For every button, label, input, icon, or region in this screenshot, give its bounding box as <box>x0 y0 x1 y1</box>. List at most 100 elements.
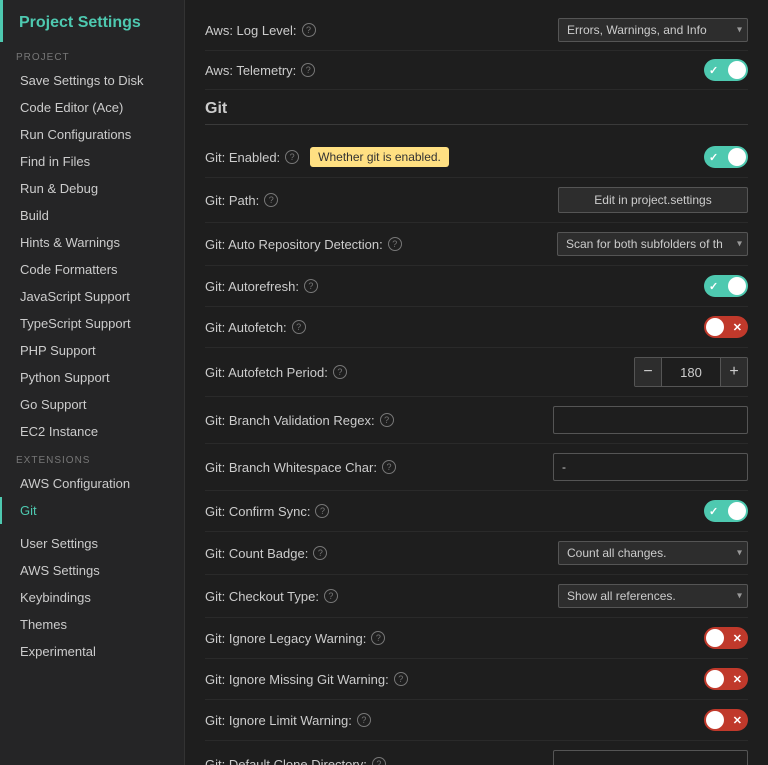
git-count-badge-help-icon[interactable]: ? <box>313 546 327 560</box>
git-auto-repo-dropdown[interactable]: Scan for both subfolders of th <box>557 232 748 256</box>
autofetch-period-input[interactable] <box>661 358 721 386</box>
toggle-check-icon: ✓ <box>709 151 718 164</box>
sidebar-item-find-in-files[interactable]: Find in Files <box>0 148 184 175</box>
git-autofetch-row: Git: Autofetch: ? ✓ ✕ <box>205 307 748 348</box>
sidebar-item-aws-config[interactable]: AWS Configuration <box>0 470 184 497</box>
sidebar-item-php[interactable]: PHP Support <box>0 337 184 364</box>
git-auto-repo-dropdown-wrap: Scan for both subfolders of th ▾ <box>557 232 748 256</box>
autofetch-period-increase[interactable]: + <box>721 358 747 386</box>
sidebar-item-git[interactable]: Git <box>0 497 184 524</box>
sidebar-item-javascript[interactable]: JavaScript Support <box>0 283 184 310</box>
sidebar-item-themes[interactable]: Themes <box>0 611 184 638</box>
edit-project-settings-button[interactable]: Edit in project.settings <box>558 187 748 213</box>
git-ignore-limit-help-icon[interactable]: ? <box>357 713 371 727</box>
git-default-clone-help-icon[interactable]: ? <box>372 757 386 765</box>
aws-telemetry-help-icon[interactable]: ? <box>301 63 315 77</box>
sidebar-item-aws-settings[interactable]: AWS Settings <box>0 557 184 584</box>
toggle-knob <box>706 629 724 647</box>
git-ignore-limit-toggle[interactable]: ✓ ✕ <box>704 709 748 731</box>
aws-log-help-icon[interactable]: ? <box>302 23 316 37</box>
aws-telemetry-toggle[interactable]: ✓ ✕ <box>704 59 748 81</box>
git-branch-validation-label: Git: Branch Validation Regex: <box>205 413 375 428</box>
git-auto-repo-help-icon[interactable]: ? <box>388 237 402 251</box>
sidebar-item-keybindings[interactable]: Keybindings <box>0 584 184 611</box>
sidebar-title: Project Settings <box>0 0 184 42</box>
toggle-x-icon: ✕ <box>733 673 742 686</box>
git-ignore-missing-row: Git: Ignore Missing Git Warning: ? ✓ ✕ <box>205 659 748 700</box>
toggle-knob <box>706 670 724 688</box>
sidebar: Project Settings PROJECT Save Settings t… <box>0 0 185 765</box>
git-enabled-help-icon[interactable]: ? <box>285 150 299 164</box>
sidebar-item-hints-warnings[interactable]: Hints & Warnings <box>0 229 184 256</box>
toggle-check-icon: ✓ <box>709 505 718 518</box>
git-ignore-missing-help-icon[interactable]: ? <box>394 672 408 686</box>
autofetch-period-decrease[interactable]: − <box>635 358 661 386</box>
aws-log-level-label: Aws: Log Level: <box>205 23 297 38</box>
toggle-x-icon: ✕ <box>733 714 742 727</box>
git-branch-validation-help-icon[interactable]: ? <box>380 413 394 427</box>
git-enabled-tooltip: Whether git is enabled. <box>310 147 449 167</box>
git-autofetch-label: Git: Autofetch: <box>205 320 287 335</box>
git-ignore-legacy-row: Git: Ignore Legacy Warning: ? ✓ ✕ <box>205 618 748 659</box>
aws-telemetry-label: Aws: Telemetry: <box>205 63 296 78</box>
git-autorefresh-label: Git: Autorefresh: <box>205 279 299 294</box>
git-default-clone-row: Git: Default Clone Directory: ? <box>205 741 748 765</box>
toggle-knob <box>706 711 724 729</box>
git-ignore-legacy-toggle[interactable]: ✓ ✕ <box>704 627 748 649</box>
sidebar-item-run-debug[interactable]: Run & Debug <box>0 175 184 202</box>
git-branch-whitespace-help-icon[interactable]: ? <box>382 460 396 474</box>
git-confirm-sync-help-icon[interactable]: ? <box>315 504 329 518</box>
git-ignore-legacy-label: Git: Ignore Legacy Warning: <box>205 631 366 646</box>
toggle-knob <box>728 502 746 520</box>
git-autofetch-toggle[interactable]: ✓ ✕ <box>704 316 748 338</box>
main-content: Aws: Log Level: ? Errors, Warnings, and … <box>185 0 768 765</box>
git-enabled-toggle[interactable]: ✓ ✕ <box>704 146 748 168</box>
git-path-help-icon[interactable]: ? <box>264 193 278 207</box>
git-autofetch-period-row: Git: Autofetch Period: ? − + <box>205 348 748 397</box>
git-ignore-legacy-help-icon[interactable]: ? <box>371 631 385 645</box>
git-autofetch-period-help-icon[interactable]: ? <box>333 365 347 379</box>
toggle-knob <box>706 318 724 336</box>
git-autofetch-help-icon[interactable]: ? <box>292 320 306 334</box>
git-count-badge-dropdown[interactable]: Count all changes. <box>558 541 748 565</box>
git-ignore-limit-row: Git: Ignore Limit Warning: ? ✓ ✕ <box>205 700 748 741</box>
sidebar-item-typescript[interactable]: TypeScript Support <box>0 310 184 337</box>
git-confirm-sync-label: Git: Confirm Sync: <box>205 504 310 519</box>
sidebar-item-code-editor[interactable]: Code Editor (Ace) <box>0 94 184 121</box>
git-path-row: Git: Path: ? Edit in project.settings <box>205 178 748 223</box>
git-auto-repo-label: Git: Auto Repository Detection: <box>205 237 383 252</box>
git-auto-repo-row: Git: Auto Repository Detection: ? Scan f… <box>205 223 748 266</box>
sidebar-item-code-formatters[interactable]: Code Formatters <box>0 256 184 283</box>
sidebar-section-extensions: EXTENSIONS <box>0 445 184 470</box>
git-checkout-dropdown[interactable]: Show all references. <box>558 584 748 608</box>
toggle-knob <box>728 277 746 295</box>
git-autorefresh-help-icon[interactable]: ? <box>304 279 318 293</box>
aws-log-level-row: Aws: Log Level: ? Errors, Warnings, and … <box>205 10 748 51</box>
sidebar-item-ec2[interactable]: EC2 Instance <box>0 418 184 445</box>
git-count-badge-dropdown-wrap: Count all changes. ▾ <box>558 541 748 565</box>
git-section-header: Git <box>205 100 748 125</box>
git-ignore-missing-toggle[interactable]: ✓ ✕ <box>704 668 748 690</box>
aws-log-dropdown[interactable]: Errors, Warnings, and Info <box>558 18 748 42</box>
git-enabled-row: Git: Enabled: ? Whether git is enabled. … <box>205 137 748 178</box>
toggle-x-icon: ✕ <box>733 632 742 645</box>
git-branch-whitespace-input[interactable] <box>553 453 748 481</box>
sidebar-item-go[interactable]: Go Support <box>0 391 184 418</box>
sidebar-item-python[interactable]: Python Support <box>0 364 184 391</box>
toggle-check-icon: ✓ <box>709 64 718 77</box>
git-default-clone-input[interactable] <box>553 750 748 765</box>
sidebar-item-experimental[interactable]: Experimental <box>0 638 184 665</box>
sidebar-item-build[interactable]: Build <box>0 202 184 229</box>
git-checkout-type-help-icon[interactable]: ? <box>324 589 338 603</box>
sidebar-item-user-settings[interactable]: User Settings <box>0 530 184 557</box>
git-confirm-sync-toggle[interactable]: ✓ ✕ <box>704 500 748 522</box>
git-branch-validation-input[interactable] <box>553 406 748 434</box>
sidebar-item-save-settings[interactable]: Save Settings to Disk <box>0 67 184 94</box>
toggle-x-icon: ✕ <box>733 321 742 334</box>
aws-telemetry-row: Aws: Telemetry: ? ✓ ✕ <box>205 51 748 90</box>
toggle-knob <box>728 148 746 166</box>
git-enabled-label: Git: Enabled: <box>205 150 280 165</box>
git-autorefresh-toggle[interactable]: ✓ ✕ <box>704 275 748 297</box>
toggle-knob <box>728 61 746 79</box>
sidebar-item-run-configurations[interactable]: Run Configurations <box>0 121 184 148</box>
